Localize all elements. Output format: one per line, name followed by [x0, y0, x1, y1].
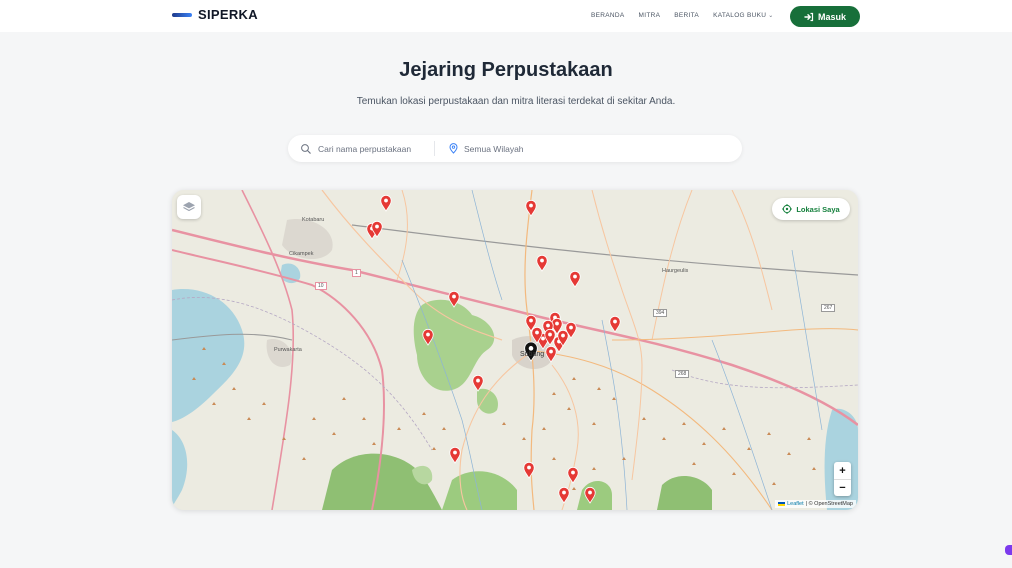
- nav-item-mitra[interactable]: MITRA: [639, 12, 661, 19]
- nav-item-beranda[interactable]: BERANDA: [591, 12, 625, 19]
- location-pin-icon: [449, 143, 458, 154]
- navbar: SIPERKA BERANDA MITRA BERITA KATALOG BUK…: [0, 0, 1012, 32]
- page-title: Jejaring Perpustakaan: [399, 59, 613, 81]
- library-marker-dot: [540, 258, 544, 263]
- zoom-in-button[interactable]: +: [834, 462, 851, 479]
- ukraine-flag-icon: [778, 502, 786, 506]
- library-marker-dot: [529, 203, 533, 208]
- main-nav: BERANDA MITRA BERITA KATALOG BUKU ⌄: [591, 12, 774, 19]
- region-label: Semua Wilayah: [464, 143, 524, 154]
- nav-item-katalog-buku-label: KATALOG BUKU: [713, 12, 767, 19]
- library-marker-dot: [569, 325, 573, 330]
- library-marker-dot: [588, 490, 592, 495]
- library-marker-dot: [453, 450, 457, 455]
- library-marker-dot: [546, 323, 550, 328]
- layers-button[interactable]: [177, 195, 201, 219]
- nav-item-berita[interactable]: BERITA: [674, 12, 699, 19]
- brand-name: SIPERKA: [198, 7, 258, 22]
- my-location-label: Lokasi Saya: [796, 204, 840, 214]
- page: SIPERKA BERANDA MITRA BERITA KATALOG BUK…: [0, 0, 1012, 568]
- library-marker-dot: [549, 349, 553, 354]
- chevron-down-icon: ⌄: [768, 13, 774, 19]
- user-location-marker-dot: [528, 346, 534, 351]
- my-location-button[interactable]: Lokasi Saya: [772, 198, 850, 220]
- library-marker-dot: [571, 470, 575, 475]
- road-shield: 1: [352, 269, 361, 277]
- library-marker-dot: [384, 198, 388, 203]
- layers-icon: [183, 202, 195, 212]
- nav-item-katalog-buku[interactable]: KATALOG BUKU ⌄: [713, 12, 774, 19]
- search-input[interactable]: [318, 143, 428, 154]
- brand-mark-icon: [172, 12, 192, 17]
- library-marker-dot: [561, 333, 565, 338]
- place-label-subang: Subang: [520, 351, 545, 358]
- library-marker-dot: [613, 319, 617, 324]
- search-bar: Semua Wilayah: [288, 135, 742, 162]
- search-icon: [301, 143, 311, 154]
- library-marker-dot: [535, 330, 539, 335]
- page-subtitle: Temukan lokasi perpustakaan dan mitra li…: [356, 96, 676, 107]
- place-label-kotabaru: Kotabaru: [302, 217, 325, 223]
- library-marker-dot: [476, 378, 480, 383]
- library-marker-dot: [375, 224, 379, 229]
- place-label-purwakarta: Purwakarta: [274, 347, 302, 353]
- map-attribution: Leaflet | © OpenStreetMap: [775, 500, 856, 508]
- road-shield: 10: [315, 282, 327, 290]
- library-marker-dot: [527, 465, 531, 470]
- leaflet-link[interactable]: Leaflet: [787, 501, 804, 507]
- place-label-haurgeulis: Haurgeulis: [662, 268, 689, 274]
- library-marker-dot: [541, 336, 545, 341]
- road-shield: 394: [653, 309, 668, 317]
- library-marker-dot: [529, 318, 533, 323]
- library-marker-dot: [452, 294, 456, 299]
- zoom-out-button[interactable]: −: [834, 479, 851, 496]
- library-marker-dot: [548, 332, 552, 337]
- library-marker-dot: [426, 332, 430, 337]
- road-shield: 268: [675, 370, 690, 378]
- library-marker-dot: [555, 321, 559, 326]
- region-select[interactable]: Semua Wilayah: [435, 143, 524, 154]
- library-marker-dot: [573, 274, 577, 279]
- library-map[interactable]: Kotabaru Cikampek Purwakarta Haurgeulis …: [172, 190, 858, 510]
- floating-badge[interactable]: [1005, 545, 1012, 555]
- login-button[interactable]: Masuk: [790, 6, 860, 27]
- login-label: Masuk: [817, 11, 846, 22]
- place-label-cikampek: Cikampek: [289, 251, 314, 257]
- zoom-control: + −: [834, 462, 851, 496]
- osm-attribution[interactable]: | © OpenStreetMap: [806, 501, 853, 507]
- library-marker-dot: [562, 490, 566, 495]
- login-icon: [804, 12, 814, 21]
- brand-logo[interactable]: SIPERKA: [172, 7, 258, 22]
- search-field: [288, 135, 434, 162]
- road-shield: 267: [821, 304, 836, 312]
- crosshair-icon: [782, 204, 793, 214]
